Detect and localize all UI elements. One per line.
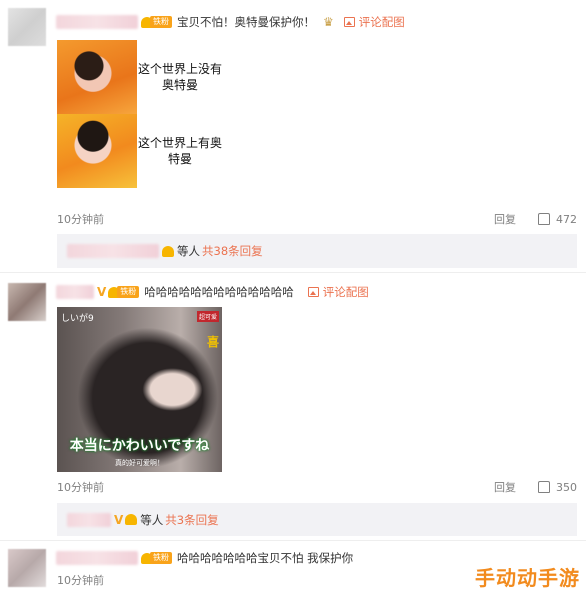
like-icon[interactable] [538, 213, 550, 225]
username-blurred[interactable] [56, 285, 94, 299]
verified-badge: V 铁粉 [97, 285, 140, 299]
comment-actions: 回复 350 [494, 479, 577, 495]
replies-summary[interactable]: 等人 共38条回复 [57, 234, 577, 268]
picture-link-label: 评论配图 [358, 15, 405, 29]
comment-header: 铁粉 哈哈哈哈哈哈哈宝贝不怕 我保护你 [56, 550, 353, 566]
reply-button[interactable]: 回复 [494, 479, 516, 495]
reply-button[interactable]: 回复 [494, 211, 516, 227]
screenshot-corner-text: しいが9 [61, 314, 94, 324]
reply-username-blurred[interactable] [67, 244, 159, 258]
comment-text: 哈哈哈哈哈哈哈宝贝不怕 我保护你 [177, 551, 354, 565]
replies-count-link[interactable]: 共38条回复 [202, 243, 263, 259]
comment-picture-link[interactable]: 评论配图 [307, 284, 369, 300]
heart-badge-icon [162, 245, 174, 257]
badge-tag: 铁粉 [150, 16, 172, 28]
comment-actions: 回复 472 [494, 211, 577, 227]
meme-top-text: 这个世界上没有奥特曼 [137, 40, 223, 114]
meme-photo-top [57, 40, 137, 114]
like-count: 472 [556, 212, 577, 226]
screenshot-red-tag: 超可爱 [196, 311, 219, 322]
replies-count-link[interactable]: 共3条回复 [165, 512, 218, 528]
comment-image-meme[interactable]: 这个世界上没有奥特曼 这个世界上有奥特曼 [57, 40, 223, 188]
meme-photo-bottom [57, 114, 137, 188]
avatar[interactable] [8, 283, 46, 321]
comment-header: V 铁粉 哈哈哈哈哈哈哈哈哈哈哈哈哈 评论配图 [56, 284, 369, 300]
replies-summary[interactable]: V 等人 共3条回复 [57, 503, 577, 536]
comment-text: 宝贝不怕！奥特曼保护你！ [177, 15, 315, 29]
comment-image-screenshot[interactable]: しいが9 超可爱 喜 本当にかわいいですね 真的好可爱啊！ [57, 307, 222, 472]
image-icon [343, 17, 355, 27]
reply-heart-badge [162, 245, 174, 257]
comment-picture-link[interactable]: 评论配图 [343, 14, 405, 30]
like-icon[interactable] [538, 481, 550, 493]
reply-verified-badge: V [114, 512, 138, 527]
comment-text: 哈哈哈哈哈哈哈哈哈哈哈哈哈 [144, 285, 294, 299]
fan-badge: 铁粉 [141, 16, 172, 28]
badge-tag: 铁粉 [150, 552, 172, 564]
screenshot-side-char: 喜 [206, 335, 219, 349]
picture-link-label: 评论配图 [322, 285, 369, 299]
image-icon [307, 287, 319, 297]
replies-etc: 等人 [177, 244, 200, 258]
username-blurred[interactable] [56, 15, 138, 29]
comment-time: 10分钟前 [57, 213, 104, 226]
meme-top-row: 这个世界上没有奥特曼 [57, 40, 223, 114]
screenshot-subcaption: 真的好可爱啊！ [115, 459, 164, 467]
meme-bottom-row: 这个世界上有奥特曼 [57, 114, 223, 188]
reply-username-blurred[interactable] [67, 512, 111, 527]
screenshot-caption: 本当にかわいいですね [69, 438, 210, 454]
fan-badge: 铁粉 [141, 552, 172, 564]
crown-icon: ♛ [323, 15, 334, 29]
username-blurred[interactable] [56, 551, 138, 565]
comment-1: 铁粉 宝贝不怕！奥特曼保护你！ ♛ 评论配图 这个世界上没有奥特曼 这个世界上有… [0, 0, 586, 272]
site-watermark: 手动动手游 [475, 566, 580, 590]
comment-header: 铁粉 宝贝不怕！奥特曼保护你！ ♛ 评论配图 [56, 14, 405, 30]
meme-bottom-text: 这个世界上有奥特曼 [137, 114, 223, 188]
verified-v-icon: V [114, 512, 124, 527]
avatar[interactable] [8, 8, 46, 46]
comment-time: 10分钟前 [57, 574, 104, 587]
heart-badge-icon [125, 514, 138, 525]
replies-etc: 等人 [140, 512, 164, 527]
avatar[interactable] [8, 549, 46, 587]
comment-time: 10分钟前 [57, 481, 104, 494]
verified-v-icon: V [97, 285, 107, 299]
like-count: 350 [556, 480, 577, 494]
badge-tag: 铁粉 [117, 286, 140, 298]
